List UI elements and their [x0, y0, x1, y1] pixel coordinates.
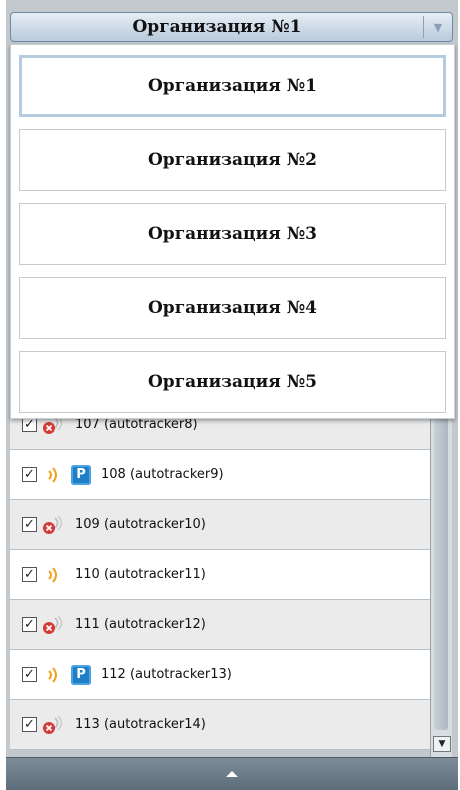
vehicle-label: 110 (autotracker11): [75, 567, 206, 582]
chevron-down-icon[interactable]: ▼: [423, 16, 452, 38]
vehicle-checkbox[interactable]: ✓: [22, 617, 37, 632]
dropdown-option[interactable]: Организация №4: [19, 277, 446, 339]
offline-icon: [43, 514, 63, 534]
list-item[interactable]: ✓ 111 (autotracker12): [10, 600, 430, 650]
dropdown-option[interactable]: Организация №1: [19, 55, 446, 117]
list-item[interactable]: ✓ 113 (autotracker14): [10, 700, 430, 750]
parking-icon: P: [71, 464, 91, 485]
vehicle-label: 112 (autotracker13): [101, 667, 232, 682]
vehicle-checkbox[interactable]: ✓: [22, 467, 37, 482]
collapse-bar[interactable]: [6, 757, 458, 790]
list-item[interactable]: ✓ P 108 (autotracker9): [10, 450, 430, 500]
vehicle-label: 109 (autotracker10): [75, 517, 206, 532]
vehicle-label: 111 (autotracker12): [75, 617, 206, 632]
organization-dropdown: Организация №1 Организация №2 Организаци…: [10, 44, 455, 419]
parking-icon: P: [71, 664, 91, 685]
chevron-up-icon: [226, 771, 238, 777]
scroll-thumb[interactable]: [434, 400, 448, 730]
list-item[interactable]: ✓ P 112 (autotracker13): [10, 650, 430, 700]
vehicle-checkbox[interactable]: ✓: [22, 517, 37, 532]
chevron-down-icon: ▼: [438, 739, 446, 749]
organization-select-value: Организация №1: [132, 17, 302, 37]
list-item[interactable]: ✓ 109 (autotracker10): [10, 500, 430, 550]
dropdown-option[interactable]: Организация №2: [19, 129, 446, 191]
scroll-down-button[interactable]: ▼: [433, 736, 451, 752]
organization-select[interactable]: Организация №1 ▼: [10, 12, 453, 42]
signal-icon: [48, 566, 57, 583]
vehicle-label: 107 (autotracker8): [75, 417, 198, 432]
vehicle-checkbox[interactable]: ✓: [22, 417, 37, 432]
signal-icon: [48, 666, 57, 683]
list-item[interactable]: ✓ 110 (autotracker11): [10, 550, 430, 600]
vehicle-checkbox[interactable]: ✓: [22, 567, 37, 582]
list-scrollbar[interactable]: ▼: [430, 400, 452, 758]
vehicle-checkbox[interactable]: ✓: [22, 667, 37, 682]
vehicle-checkbox[interactable]: ✓: [22, 717, 37, 732]
vehicle-label: 113 (autotracker14): [75, 717, 206, 732]
dropdown-option[interactable]: Организация №3: [19, 203, 446, 265]
vehicle-label: 108 (autotracker9): [101, 467, 224, 482]
offline-icon: [43, 714, 63, 734]
signal-icon: [48, 466, 57, 483]
offline-icon: [43, 614, 63, 634]
vehicle-list: ✓ 107 (autotracker8) ✓ P 108 (autotracke…: [10, 400, 430, 750]
dropdown-option[interactable]: Организация №5: [19, 351, 446, 413]
